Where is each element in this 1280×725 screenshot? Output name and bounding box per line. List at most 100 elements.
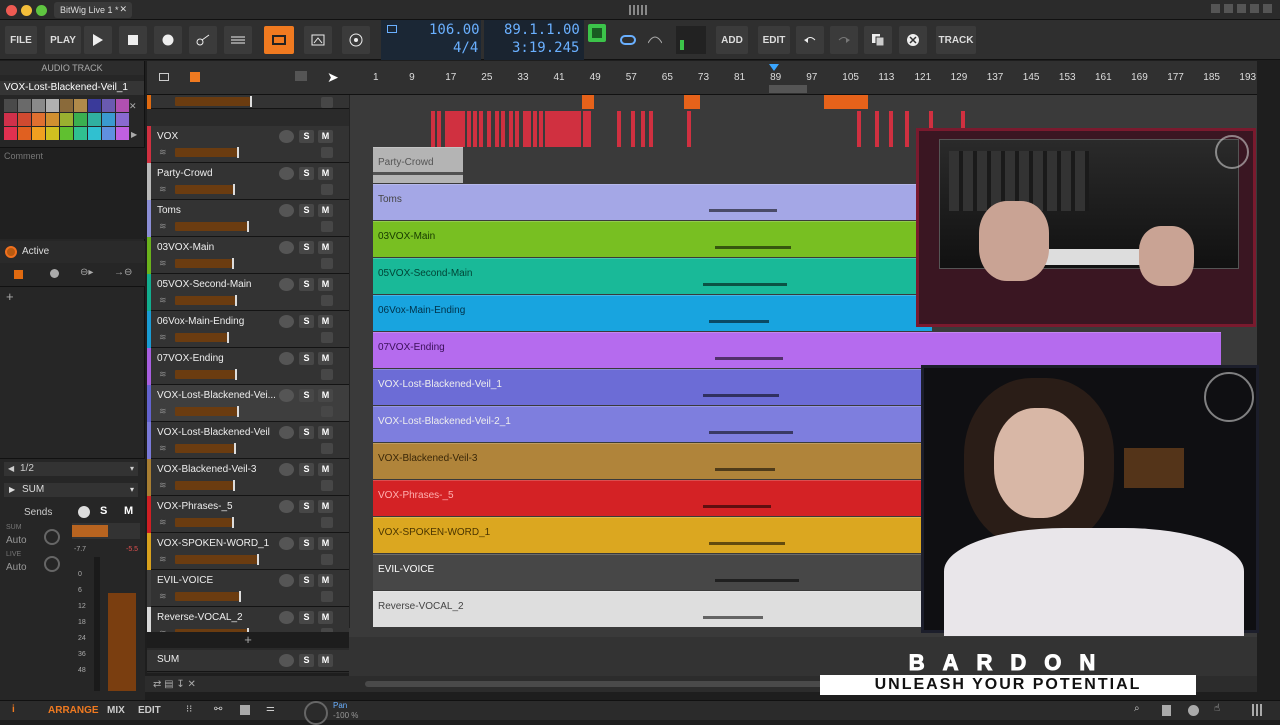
link-icon[interactable]: ⚯ <box>214 704 222 715</box>
list-view-icon[interactable] <box>190 72 200 82</box>
layout-3-icon[interactable] <box>1237 4 1246 13</box>
fader-handle[interactable] <box>233 480 235 491</box>
audio-clip[interactable] <box>649 111 653 147</box>
send-1-knob[interactable] <box>44 529 60 545</box>
track-header[interactable]: 07VOX-Ending S M ≋ <box>147 348 349 385</box>
add-button[interactable]: ADD <box>716 26 748 54</box>
pointer-tool-icon[interactable]: ➤ <box>327 69 339 86</box>
solo-button[interactable]: S <box>299 389 314 402</box>
audio-clip[interactable] <box>905 111 909 147</box>
mute-button[interactable]: M <box>318 463 333 476</box>
mute-button[interactable]: M <box>318 574 333 587</box>
track-enable-button[interactable] <box>279 537 294 550</box>
loop-button[interactable] <box>612 26 644 54</box>
solo-button[interactable]: S <box>299 574 314 587</box>
track-enable-button[interactable] <box>279 130 294 143</box>
color-swatch[interactable] <box>88 127 101 140</box>
fader-handle[interactable] <box>227 332 229 343</box>
track-enable-button[interactable] <box>279 278 294 291</box>
color-swatch[interactable] <box>88 113 101 126</box>
track-header[interactable]: VOX-Phrases-_5 S M ≋ <box>147 496 349 533</box>
track-header[interactable] <box>147 95 349 109</box>
device-active-toggle[interactable]: Active <box>0 241 145 263</box>
audio-clip[interactable] <box>687 111 691 147</box>
fader-handle[interactable] <box>235 369 237 380</box>
track-header[interactable]: VOX-SPOKEN-WORD_1 S M ≋ <box>147 533 349 570</box>
audio-clip[interactable] <box>889 111 893 147</box>
volume-fader[interactable] <box>175 332 229 343</box>
audio-clip[interactable] <box>617 111 621 147</box>
solo-button[interactable]: S <box>299 500 314 513</box>
tap-icon[interactable] <box>387 25 397 33</box>
track-menu-icon[interactable] <box>321 295 333 306</box>
track-menu-icon[interactable] <box>321 480 333 491</box>
copy-button[interactable] <box>864 26 892 54</box>
audio-clip[interactable]: Party-Crowd <box>373 147 464 183</box>
solo-button[interactable]: S <box>299 611 314 624</box>
color-swatch[interactable] <box>74 113 87 126</box>
mute-button[interactable]: M <box>318 611 333 624</box>
loop-region[interactable] <box>769 85 807 93</box>
timeline-tools-icon[interactable]: ⇄ ▤ ↧ ✕ <box>153 679 196 690</box>
color-swatch[interactable] <box>102 127 115 140</box>
device-browser-icon[interactable] <box>1188 705 1199 716</box>
track-header[interactable]: VOX-Blackened-Veil-3 S M ≋ <box>147 459 349 496</box>
track-menu-icon[interactable] <box>321 258 333 269</box>
track-menu-icon[interactable] <box>321 369 333 380</box>
audio-clip[interactable] <box>539 111 543 147</box>
power-icon[interactable] <box>5 246 17 258</box>
audio-clip[interactable] <box>533 111 537 147</box>
device-panel-icon[interactable] <box>14 270 23 279</box>
fader-handle[interactable] <box>239 591 241 602</box>
track-header[interactable]: VOX-Lost-Blackened-Vei... S M ≋ <box>147 385 349 422</box>
audio-clip[interactable] <box>515 111 519 147</box>
track-enable-button[interactable] <box>279 611 294 624</box>
track-enable-button[interactable] <box>279 241 294 254</box>
track-menu-button[interactable]: TRACK <box>936 26 976 54</box>
arrange-view-tab[interactable]: ARRANGE <box>48 705 99 716</box>
inspector-track-name[interactable]: VOX-Lost-Blackened-Veil_1 <box>0 81 144 95</box>
audio-clip[interactable] <box>824 95 868 109</box>
audio-clip[interactable]: Reverse-VOCAL_2 <box>373 591 933 627</box>
solo-button[interactable]: S <box>299 426 314 439</box>
color-swatch[interactable] <box>74 127 87 140</box>
comment-field[interactable]: Comment <box>0 147 145 239</box>
audio-clip[interactable] <box>875 111 879 147</box>
color-swatch[interactable] <box>102 113 115 126</box>
track-menu-icon[interactable] <box>321 591 333 602</box>
track-header[interactable]: Toms S M ≋ <box>147 200 349 237</box>
mute-button[interactable]: M <box>318 130 333 143</box>
fader-handle[interactable] <box>233 184 235 195</box>
position-display[interactable]: 89.1.1.00 3:19.245 <box>484 20 584 60</box>
volume-fader[interactable] <box>175 258 234 269</box>
mute-button[interactable]: M <box>318 537 333 550</box>
search-icon[interactable]: ⌕ <box>1134 703 1140 714</box>
volume-fader[interactable] <box>175 147 239 158</box>
palette-more-icon[interactable]: ▶ <box>131 130 137 139</box>
solo-button[interactable]: S <box>299 537 314 550</box>
track-menu-icon[interactable] <box>321 443 333 454</box>
track-enable-button[interactable] <box>279 315 294 328</box>
audio-clip[interactable] <box>577 111 581 147</box>
track-header[interactable]: VOX-Lost-Blackened-Veil S M ≋ <box>147 422 349 459</box>
follow-button[interactable] <box>644 26 666 54</box>
solo-button[interactable]: S <box>299 167 314 180</box>
mute-button[interactable]: M <box>318 167 333 180</box>
zoom-icon[interactable] <box>295 71 307 81</box>
mix-view-tab[interactable]: MIX <box>107 705 125 716</box>
fader-handle[interactable] <box>235 295 237 306</box>
volume-fader[interactable] <box>175 96 252 107</box>
add-device-button[interactable]: + <box>6 289 14 304</box>
stop-button[interactable] <box>119 26 147 54</box>
color-swatch[interactable] <box>18 127 31 140</box>
clip-launcher-overdub-button[interactable] <box>224 26 252 54</box>
pan-knob[interactable] <box>304 701 328 725</box>
volume-fader[interactable] <box>175 554 259 565</box>
send-2-mode[interactable]: Auto <box>6 562 27 573</box>
color-swatch[interactable] <box>74 99 87 112</box>
color-swatch[interactable] <box>60 113 73 126</box>
audio-clip[interactable] <box>857 111 861 147</box>
audio-clip[interactable] <box>587 111 591 147</box>
color-swatch[interactable] <box>46 99 59 112</box>
track-enable-button[interactable] <box>279 500 294 513</box>
